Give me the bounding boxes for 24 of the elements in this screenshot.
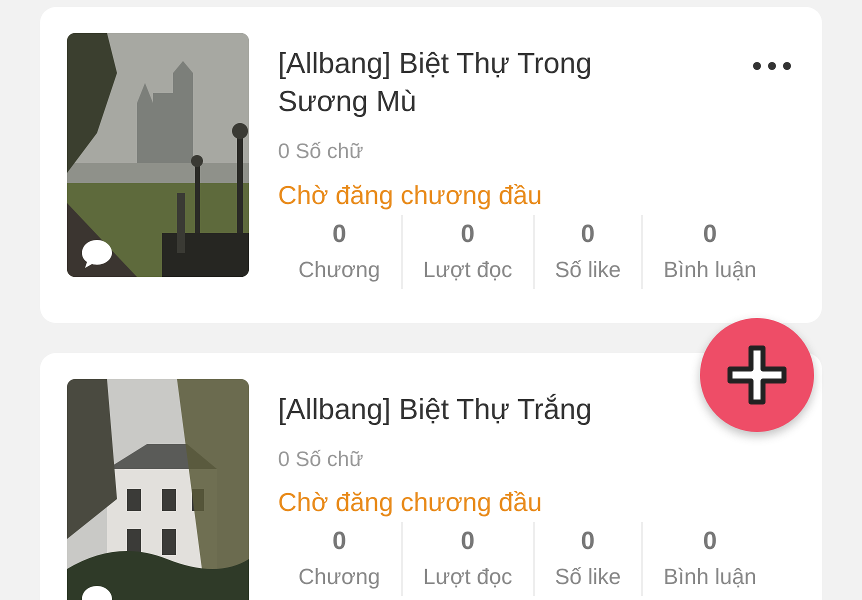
status-text: Chờ đăng chương đầu xyxy=(278,486,544,519)
stat-value: 0 xyxy=(460,526,475,557)
story-title: [Allbang] Biệt Thự Trong Sương Mù xyxy=(278,47,593,120)
stat-value: 0 xyxy=(580,526,595,557)
stat-value: 0 xyxy=(580,218,595,250)
stat-label: Số like xyxy=(554,256,621,284)
stat-value: 0 xyxy=(332,218,346,250)
stat-label: Bình luận xyxy=(663,563,756,591)
stat-value: 0 xyxy=(460,218,475,250)
stat-value: 0 xyxy=(703,218,717,250)
chat-bubble-icon xyxy=(80,238,114,270)
more-icon[interactable] xyxy=(752,61,792,71)
stat-label: Lượt đọc xyxy=(423,256,512,284)
stat-value: 0 xyxy=(703,526,717,557)
stat-label: Lượt đọc xyxy=(423,563,512,591)
story-title: [Allbang] Biệt Thự Trắng xyxy=(278,392,593,428)
stat-label: Chương xyxy=(298,256,380,284)
word-count: 0 Số chữ xyxy=(278,139,364,165)
stat-label: Chương xyxy=(298,563,380,591)
stat-label: Số like xyxy=(554,563,621,591)
word-count: 0 Số chữ xyxy=(278,446,364,472)
status-text: Chờ đăng chương đầu xyxy=(278,178,544,212)
stat-label: Bình luận xyxy=(663,256,756,284)
stat-value: 0 xyxy=(332,526,346,557)
